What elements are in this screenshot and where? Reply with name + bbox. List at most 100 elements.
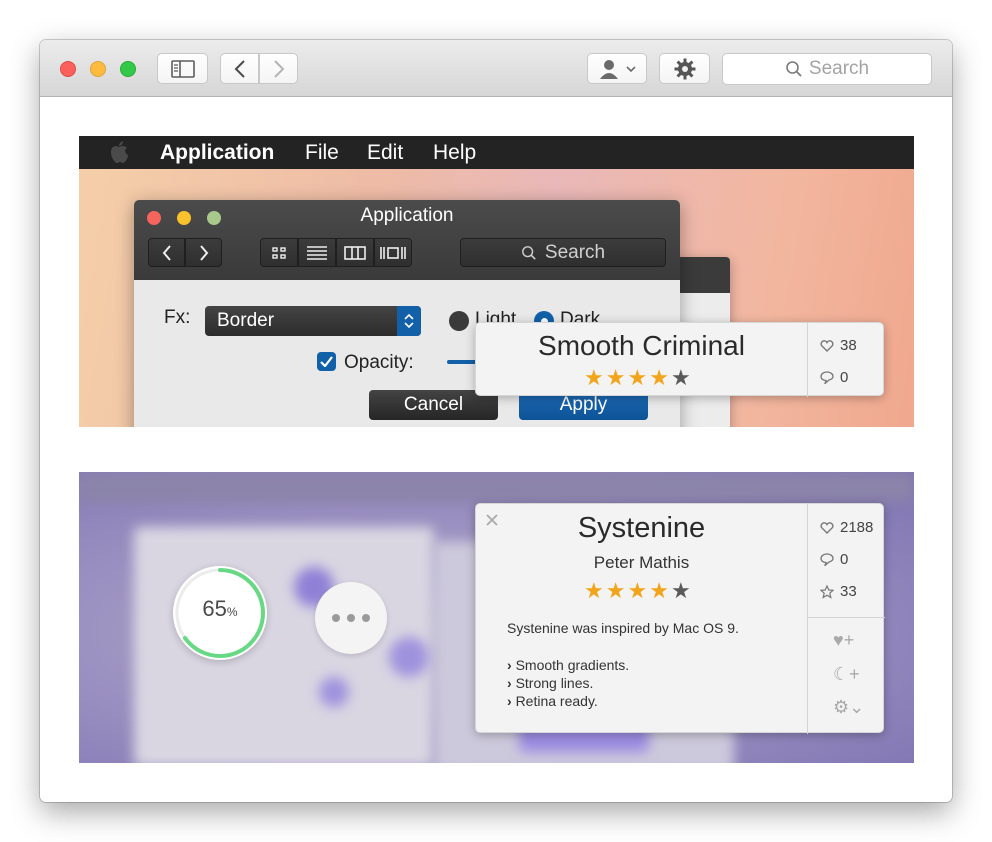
search-icon: [521, 245, 536, 260]
divider: [807, 323, 808, 397]
theme-likes-count: 2188: [840, 519, 874, 536]
comment-icon: [820, 553, 834, 566]
sidebar-icon: [170, 59, 195, 78]
theme-popover: Systenine Peter Mathis ★ ★ ★ ★ ★ Systenine w…: [475, 503, 885, 734]
view-icons-button[interactable]: [260, 238, 298, 267]
star-filled-icon[interactable]: ★: [584, 367, 604, 389]
view-coverflow-button[interactable]: [374, 238, 412, 267]
app-search-placeholder: Search: [544, 241, 606, 263]
blurred-dot-2: [389, 637, 429, 677]
theme-comments-count: 0: [840, 551, 849, 568]
track-comments[interactable]: 0: [820, 369, 848, 386]
track-rating[interactable]: ★ ★ ★ ★ ★: [584, 367, 691, 389]
opacity-checkbox[interactable]: [317, 352, 336, 371]
blurred-dot-3: [319, 677, 349, 707]
screenshot-panel-application: Application File Edit Help Application S…: [79, 136, 914, 427]
add-like-button[interactable]: ♥+: [833, 630, 854, 651]
search-placeholder: Search: [808, 58, 870, 79]
opacity-label: Opacity:: [344, 352, 414, 373]
sidebar-toggle-button[interactable]: [157, 53, 208, 84]
user-menu-button[interactable]: [587, 53, 647, 84]
progress-circle: 65%: [173, 566, 267, 660]
feature-item: › Smooth gradients.: [507, 656, 629, 674]
more-dots-icon: [332, 614, 370, 622]
app-search-field[interactable]: Search: [460, 238, 666, 267]
user-icon: [600, 59, 618, 79]
star-filled-icon[interactable]: ★: [649, 367, 669, 389]
window-toolbar: Search: [40, 40, 952, 97]
settings-menu-button[interactable]: ⚙⌄: [833, 697, 864, 718]
forward-button[interactable]: [259, 53, 298, 84]
app-window-title: Application: [360, 205, 454, 226]
divider: [807, 504, 808, 734]
search-field[interactable]: Search: [722, 53, 932, 85]
star-filled-icon[interactable]: ★: [606, 580, 626, 602]
app-forward-button[interactable]: [185, 238, 222, 267]
chevron-right-icon: [199, 244, 208, 261]
minimize-window-button[interactable]: [90, 61, 106, 77]
chevron-down-icon: [626, 65, 636, 72]
view-columns-button[interactable]: [336, 238, 374, 267]
zoom-window-button[interactable]: [120, 61, 136, 77]
star-empty-icon[interactable]: ★: [671, 367, 691, 389]
progress-label: 65%: [173, 596, 267, 622]
divider: [808, 617, 885, 618]
star-filled-icon[interactable]: ★: [606, 367, 626, 389]
close-window-button[interactable]: [60, 61, 76, 77]
browser-window: Search Application File Edit Help Applic…: [40, 40, 952, 802]
blurred-titlebar: [79, 472, 914, 502]
theme-light-radio[interactable]: [449, 311, 469, 331]
apple-icon[interactable]: [109, 141, 129, 164]
theme-favorites-count: 33: [840, 583, 857, 600]
app-back-button[interactable]: [148, 238, 185, 267]
search-icon: [786, 61, 802, 77]
heart-icon: [820, 339, 834, 352]
star-filled-icon[interactable]: ★: [627, 367, 647, 389]
moon-plus-icon: ☾+: [833, 664, 860, 684]
track-title: Smooth Criminal: [538, 330, 745, 361]
track-likes[interactable]: 38: [820, 337, 857, 354]
list-icon: [307, 245, 327, 260]
star-filled-icon[interactable]: ★: [627, 580, 647, 602]
menu-help[interactable]: Help: [433, 141, 476, 165]
feature-text: Strong lines.: [515, 675, 594, 691]
add-collection-button[interactable]: ☾+: [833, 664, 860, 685]
track-popover: Smooth Criminal ★ ★ ★ ★ ★ 38 0: [475, 322, 884, 397]
select-arrows-icon: [397, 306, 421, 336]
gear-icon: [674, 58, 695, 79]
chevron-left-icon: [234, 59, 245, 78]
chevron-right-icon: ›: [507, 657, 512, 673]
comment-icon: [820, 371, 834, 384]
track-comments-count: 0: [840, 369, 849, 386]
star-filled-icon[interactable]: ★: [584, 580, 604, 602]
fx-select[interactable]: Border: [205, 306, 421, 336]
theme-favorites[interactable]: 33: [820, 583, 857, 600]
track-likes-count: 38: [840, 337, 857, 354]
chevron-right-icon: ›: [507, 693, 512, 709]
menu-edit[interactable]: Edit: [367, 141, 403, 165]
star-outline-icon: [820, 584, 834, 599]
menu-bar: Application File Edit Help: [79, 136, 914, 169]
back-button[interactable]: [220, 53, 259, 84]
view-list-button[interactable]: [298, 238, 336, 267]
menu-file[interactable]: File: [305, 141, 339, 165]
app-titlebar: Application Search: [134, 200, 680, 280]
fx-select-value: Border: [217, 310, 275, 331]
star-empty-icon[interactable]: ★: [671, 580, 691, 602]
theme-rating[interactable]: ★ ★ ★ ★ ★: [584, 580, 691, 602]
heart-plus-icon: ♥+: [833, 630, 855, 650]
theme-likes[interactable]: 2188: [820, 519, 873, 536]
gear-dropdown-icon: ⚙⌄: [833, 697, 865, 717]
star-filled-icon[interactable]: ★: [649, 580, 669, 602]
settings-button[interactable]: [659, 53, 710, 84]
feature-text: Retina ready.: [515, 693, 598, 709]
feature-item: › Strong lines.: [507, 674, 629, 692]
progress-value: 65: [202, 596, 227, 621]
menu-application[interactable]: Application: [160, 141, 274, 165]
feature-item: › Retina ready.: [507, 692, 629, 710]
screenshot-panel-systenine: 65% Systenine Peter Mathis ★ ★ ★ ★ ★ Systeni…: [79, 472, 914, 763]
chevron-right-icon: [273, 59, 284, 78]
grid-icon: [272, 246, 286, 259]
theme-comments[interactable]: 0: [820, 551, 848, 568]
more-button[interactable]: [315, 582, 387, 654]
